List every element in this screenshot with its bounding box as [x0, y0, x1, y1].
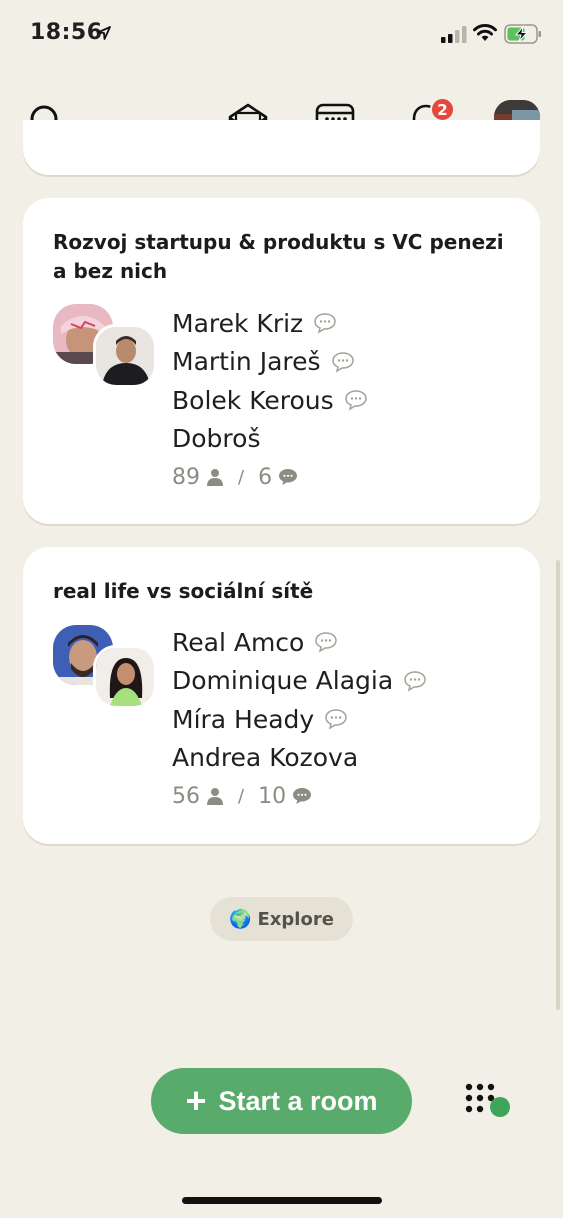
person-icon [207, 469, 223, 486]
wifi-icon [473, 24, 497, 41]
stats-separator: ∕ [238, 466, 245, 488]
speaking-bubble-icon [314, 313, 336, 334]
avatar-photo [96, 327, 154, 385]
status-bar: 18:56 [0, 0, 563, 68]
notification-count-badge: 2 [430, 97, 455, 122]
explore-button[interactable]: 🌍 Explore [210, 897, 353, 941]
speaker-row: Dobroš [172, 420, 368, 459]
speaker-row: Andrea Kozova [172, 739, 427, 778]
speaker-row: Real Amco [172, 623, 427, 662]
speaker-list: Real Amco Dominique Alagia Míra Heady An… [172, 623, 427, 815]
start-room-button[interactable]: + Start a room [151, 1068, 412, 1134]
speaker-name: Real Amco [172, 627, 305, 657]
room-title: Rozvoj startupu & produktu s VC penezi a… [53, 230, 504, 283]
speaker-row: Martin Jareš [172, 343, 368, 382]
speaker-row: Marek Kriz [172, 304, 368, 343]
cellular-signal-icon [441, 26, 467, 43]
speaking-bubble-icon [344, 390, 367, 411]
speaker-row: Dominique Alagia [172, 662, 427, 701]
speaker-count: 6 [258, 464, 273, 490]
room-card[interactable]: Rozvoj startupu & produktu s VC penezi a… [23, 198, 540, 524]
speaker-name: Marek Kriz [172, 308, 304, 338]
speaker-name: Míra Heady [172, 704, 315, 734]
speaking-bubble-icon [325, 709, 347, 730]
speaker-name: Bolek Kerous [172, 385, 334, 415]
speaking-bubble-icon [331, 351, 354, 373]
room-stats: 89 ∕ 6 [172, 458, 368, 496]
listener-count: 56 [172, 783, 200, 809]
speaker-count: 10 [258, 783, 287, 809]
dots-grid-online-icon [465, 1083, 510, 1117]
home-indicator[interactable] [182, 1197, 382, 1204]
speaking-bubble-icon [315, 632, 338, 653]
battery-charging-icon [504, 24, 541, 44]
status-time: 18:56 [30, 20, 103, 45]
speaker-name: Andrea Kozova [172, 743, 359, 773]
speaker-row: Míra Heady [172, 700, 427, 739]
speaker-list: Marek Kriz Martin Jareš Bolek Kerous Dob… [172, 304, 368, 496]
room-card-previous[interactable] [23, 120, 540, 175]
explore-label: Explore [257, 908, 334, 930]
scrollbar[interactable] [556, 560, 560, 1010]
speaking-bubble-icon [404, 670, 426, 692]
online-friends-button[interactable] [463, 1083, 513, 1123]
speaker-row: Bolek Kerous [172, 381, 368, 420]
avatar-photo [96, 648, 154, 706]
room-card[interactable]: real life vs sociální sítě Real Amco Dom… [23, 547, 540, 844]
chat-bubble-icon [293, 788, 312, 804]
speaker-avatar [93, 324, 157, 388]
speaker-name: Dominique Alagia [172, 666, 394, 696]
speaker-avatar [93, 645, 157, 709]
start-room-label: Start a room [218, 1085, 378, 1116]
room-stats: 56 ∕ 10 [172, 777, 427, 815]
speaker-name: Dobroš [172, 424, 261, 454]
speaker-name: Martin Jareš [172, 347, 321, 377]
person-icon [207, 788, 223, 805]
listener-count: 89 [172, 464, 200, 490]
chat-bubble-icon [279, 469, 298, 485]
location-arrow-icon [97, 26, 111, 40]
plus-icon: + [185, 1080, 207, 1121]
stats-separator: ∕ [238, 785, 245, 807]
globe-icon: 🌍 [229, 908, 252, 930]
room-title: real life vs sociální sítě [53, 579, 314, 603]
